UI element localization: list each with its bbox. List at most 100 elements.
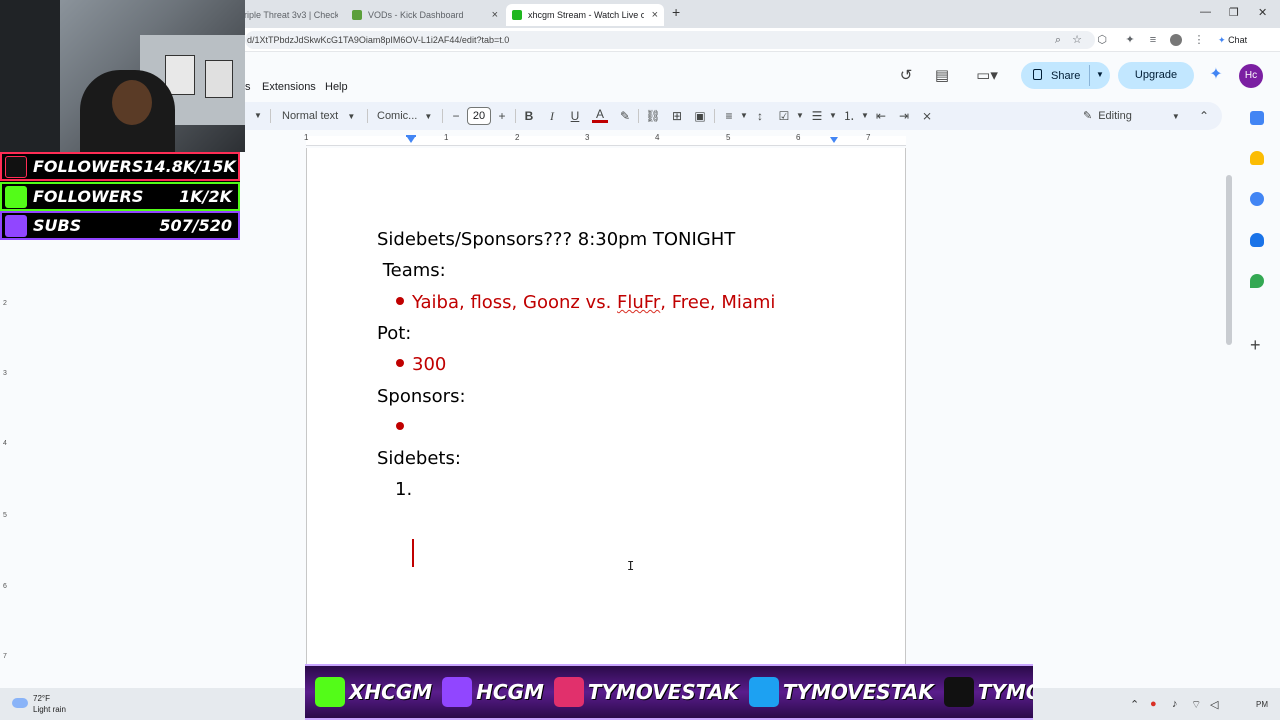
zoom-dropdown-icon[interactable]: ▼ [250, 107, 266, 125]
ruler-number: 1 [304, 133, 309, 142]
close-tab-icon[interactable]: × [644, 9, 658, 21]
stream-stats-overlay: FOLLOWERS 14.8K/15K FOLLOWERS 1K/2K SUBS… [0, 152, 240, 240]
comments-icon[interactable]: ▤ [932, 66, 952, 86]
menu-item-extensions[interactable]: Extensions [262, 81, 316, 93]
editing-mode-dropdown[interactable]: ✎ Editing ▼ [1083, 107, 1180, 125]
network-icon[interactable]: ⌔ [1191, 698, 1201, 712]
insert-image-icon[interactable]: ▣ [692, 107, 708, 125]
chevron-up-icon[interactable]: ⌃ [1130, 698, 1139, 711]
insert-link-icon[interactable]: ⛓ [645, 107, 661, 125]
meet-video-icon[interactable]: ▭▾ [972, 66, 1002, 86]
reading-list-icon[interactable]: ≡ [1147, 34, 1159, 46]
pot-label[interactable]: Pot: [377, 323, 411, 344]
url-field[interactable]: d/1XtTPbdzJdSkwKcG1TA9Oiam8pIM6OV-L1i2AF… [245, 31, 1095, 49]
version-history-icon[interactable]: ↺ [896, 66, 916, 86]
ruler-number: 7 [866, 133, 871, 142]
teams-list-item[interactable]: Yaiba, floss, Goonz vs. FluFr, Free, Mia… [396, 292, 775, 313]
bookmark-star-icon[interactable]: ☆ [1071, 34, 1083, 46]
keep-icon[interactable] [1250, 151, 1264, 165]
font-size-input[interactable]: 20 [467, 107, 491, 125]
gemini-icon[interactable]: ✦ [1207, 66, 1225, 84]
teams-label[interactable]: Teams: [377, 260, 446, 281]
chat-button[interactable]: ✦ Chat [1218, 31, 1247, 49]
bold-icon[interactable]: B [521, 107, 537, 125]
profile-icon[interactable] [1170, 34, 1182, 46]
new-tab-button[interactable]: + [672, 4, 680, 20]
menu-item-help[interactable]: Help [325, 81, 348, 93]
bullet-icon [396, 422, 404, 430]
upgrade-button[interactable]: Upgrade [1118, 62, 1194, 89]
kick-icon [315, 677, 345, 707]
highlight-color-icon[interactable]: ✎ [617, 107, 633, 125]
paragraph-style-label: Normal text [282, 110, 339, 122]
increase-font-size-icon[interactable]: + [494, 107, 510, 125]
extension-icon[interactable]: ⬡ [1096, 34, 1108, 46]
align-icon[interactable]: ≡ [721, 107, 737, 125]
restore-button[interactable]: ❐ [1229, 6, 1239, 19]
ruler-number: 5 [726, 133, 731, 142]
chevron-down-icon[interactable]: ▼ [857, 107, 873, 125]
font-family-dropdown[interactable]: Comic... ▼ [377, 107, 432, 125]
underline-icon[interactable]: U [567, 107, 583, 125]
banner-handle: XHCGM [349, 680, 433, 704]
menu-item-tools[interactable]: s [245, 81, 251, 93]
instagram-icon [553, 677, 584, 707]
numbered-list-icon[interactable]: ⒈ [841, 107, 857, 125]
spelling-flagged-word[interactable]: FluFr [617, 292, 660, 313]
search-icon[interactable]: ⌕ [1052, 34, 1064, 46]
tab-label: xhcgm Stream - Watch Live on Kick [528, 10, 644, 20]
right-indent-marker[interactable] [830, 137, 838, 143]
share-button[interactable]: Share ▼ [1021, 62, 1110, 89]
microphone-icon[interactable]: ♪ [1172, 698, 1178, 710]
chevron-down-icon[interactable]: ▼ [1096, 70, 1104, 79]
chevron-down-icon[interactable]: ▼ [792, 107, 808, 125]
tasks-icon[interactable] [1250, 192, 1264, 206]
menu-dots-icon[interactable]: ⋮ [1193, 34, 1205, 46]
decrease-indent-icon[interactable]: ⇤ [873, 107, 889, 125]
toolbar-separator [442, 109, 443, 123]
ruler-number: 4 [655, 133, 660, 142]
security-icon[interactable]: ● [1150, 698, 1157, 710]
pot-list-item[interactable]: 300 [396, 354, 446, 375]
numbered-list-marker[interactable]: 1. [395, 479, 412, 500]
toolbar-separator [714, 109, 715, 123]
doc-heading[interactable]: Sidebets/Sponsors??? 8:30pm TONIGHT [377, 229, 735, 250]
text-color-icon[interactable]: A [592, 107, 608, 123]
add-addon-icon[interactable]: + [1250, 335, 1261, 356]
italic-icon[interactable]: I [544, 107, 560, 125]
close-window-button[interactable]: ✕ [1258, 6, 1267, 19]
line-spacing-icon[interactable]: ↕ [752, 107, 768, 125]
sidebets-label[interactable]: Sidebets: [377, 448, 461, 469]
share-label: Share [1051, 69, 1081, 82]
checklist-icon[interactable]: ☑ [776, 107, 792, 125]
chevron-down-icon[interactable]: ▼ [825, 107, 841, 125]
tiktok-icon [5, 155, 27, 178]
scrollbar[interactable] [1226, 175, 1232, 345]
left-indent-marker[interactable] [407, 137, 415, 143]
extensions-puzzle-icon[interactable]: ✦ [1124, 34, 1136, 46]
volume-icon[interactable]: ◁ [1210, 698, 1218, 711]
collapse-toolbar-icon[interactable]: ⌃ [1196, 107, 1212, 125]
clear-formatting-icon[interactable]: ⨯ [919, 107, 935, 125]
increase-indent-icon[interactable]: ⇥ [896, 107, 912, 125]
sponsors-label[interactable]: Sponsors: [377, 386, 466, 407]
decrease-font-size-icon[interactable]: − [448, 107, 464, 125]
sponsors-list-item[interactable] [396, 417, 412, 441]
browser-tab[interactable]: riple Threat 3v3 | Check × [238, 4, 338, 26]
browser-tab-active[interactable]: xhcgm Stream - Watch Live on Kick × [506, 4, 664, 26]
add-comment-icon[interactable]: ⊞ [669, 107, 685, 125]
bulleted-list-icon[interactable]: ☰ [809, 107, 825, 125]
ruler-number: 3 [3, 370, 7, 377]
calendar-icon[interactable] [1250, 111, 1264, 125]
clock[interactable]: PM [1256, 700, 1268, 709]
avatar[interactable]: Hc [1239, 64, 1263, 88]
paragraph-style-dropdown[interactable]: Normal text ▼ [282, 107, 355, 125]
contacts-icon[interactable] [1250, 233, 1264, 247]
tab-label: VODs - Kick Dashboard [368, 10, 464, 20]
chevron-down-icon[interactable]: ▼ [736, 107, 752, 125]
browser-tab[interactable]: VODs - Kick Dashboard × [346, 4, 504, 26]
minimize-button[interactable]: — [1200, 6, 1211, 18]
stat-row: FOLLOWERS 14.8K/15K [0, 152, 240, 181]
maps-icon[interactable] [1250, 274, 1264, 288]
close-tab-icon[interactable]: × [484, 9, 498, 21]
